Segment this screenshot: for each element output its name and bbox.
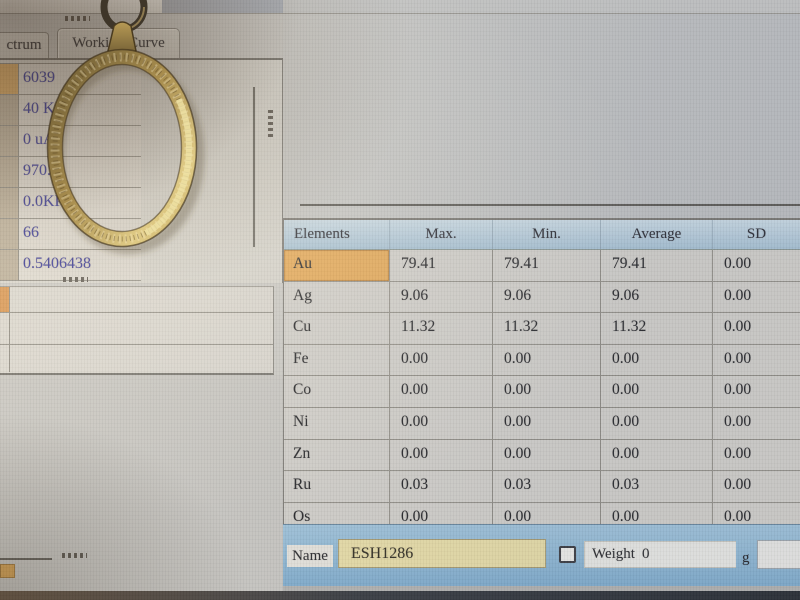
vertical-scrollbar[interactable] — [253, 87, 255, 247]
row-indicator-cell[interactable] — [0, 250, 19, 280]
max-cell[interactable]: 11.32 — [390, 313, 493, 344]
element-cell[interactable]: Co — [284, 376, 390, 407]
table-row-os[interactable]: Os 0.00 0.00 0.00 0.00 — [284, 503, 800, 524]
average-cell[interactable]: 11.32 — [601, 313, 713, 344]
average-cell[interactable]: 0.00 — [601, 376, 713, 407]
sd-cell[interactable]: 0.00 — [713, 376, 800, 407]
horizontal-splitter-dots-icon[interactable] — [63, 277, 88, 282]
average-cell[interactable]: 0.00 — [601, 408, 713, 439]
max-cell[interactable]: 0.00 — [390, 440, 493, 471]
min-cell[interactable]: 0.00 — [493, 503, 601, 524]
min-cell[interactable]: 0.00 — [493, 376, 601, 407]
sd-cell[interactable]: 0.00 — [713, 313, 800, 344]
min-cell[interactable]: 0.00 — [493, 345, 601, 376]
min-cell[interactable]: 0.00 — [493, 408, 601, 439]
grid-row[interactable] — [0, 287, 273, 313]
element-cell[interactable]: Ni — [284, 408, 390, 439]
average-cell[interactable]: 79.41 — [601, 250, 713, 281]
secondary-grid-panel — [0, 286, 274, 375]
min-cell[interactable]: 0.00 — [493, 440, 601, 471]
sd-cell[interactable]: 0.00 — [713, 345, 800, 376]
row-indicator-cell[interactable] — [0, 126, 19, 156]
table-row-zn[interactable]: Zn 0.00 0.00 0.00 0.00 — [284, 440, 800, 472]
element-cell[interactable]: Cu — [284, 313, 390, 344]
grid-row[interactable] — [0, 345, 273, 372]
sample-info-bar: Name ESH1286 Weight 0 g — [283, 524, 800, 586]
splitter-dots-icon[interactable] — [62, 553, 87, 558]
element-cell[interactable]: Ru — [284, 471, 390, 502]
average-cell[interactable]: 0.03 — [601, 471, 713, 502]
element-cell[interactable]: Os — [284, 503, 390, 524]
min-cell[interactable]: 79.41 — [493, 250, 601, 281]
row-indicator-cell[interactable] — [0, 95, 19, 125]
table-row-ag[interactable]: Ag 9.06 9.06 9.06 0.00 — [284, 282, 800, 314]
table-row-co[interactable]: Co 0.00 0.00 0.00 0.00 — [284, 376, 800, 408]
table-row-ru[interactable]: Ru 0.03 0.03 0.03 0.00 — [284, 471, 800, 503]
gold-ring-pendant — [18, 0, 233, 259]
min-cell[interactable]: 0.03 — [493, 471, 601, 502]
sd-cell[interactable]: 0.00 — [713, 440, 800, 471]
column-header-max[interactable]: Max. — [390, 220, 493, 249]
element-cell[interactable]: Ag — [284, 282, 390, 313]
top-toolbar-strip-right — [283, 0, 800, 14]
max-cell[interactable]: 0.03 — [390, 471, 493, 502]
row-indicator-cell[interactable] — [0, 313, 10, 344]
column-header-sd[interactable]: SD — [713, 220, 800, 249]
panel-edge-line — [0, 558, 52, 560]
weight-checkbox[interactable] — [559, 546, 576, 563]
max-cell[interactable]: 9.06 — [390, 282, 493, 313]
min-cell[interactable]: 11.32 — [493, 313, 601, 344]
min-cell[interactable]: 9.06 — [493, 282, 601, 313]
average-cell[interactable]: 0.00 — [601, 440, 713, 471]
extra-input[interactable] — [757, 540, 800, 569]
column-header-elements[interactable]: Elements — [284, 220, 390, 249]
average-cell[interactable]: 0.00 — [601, 345, 713, 376]
sd-cell[interactable]: 0.00 — [713, 250, 800, 281]
row-indicator-cell[interactable] — [0, 345, 10, 372]
average-cell[interactable]: 9.06 — [601, 282, 713, 313]
element-cell[interactable]: Fe — [284, 345, 390, 376]
bottom-left-panel — [0, 375, 283, 592]
sd-cell[interactable]: 0.00 — [713, 282, 800, 313]
monitor-bezel-edge — [0, 591, 800, 600]
grid-row[interactable] — [0, 313, 273, 345]
weight-field[interactable]: Weight 0 — [584, 541, 736, 568]
table-header-row: Elements Max. Min. Average SD — [284, 220, 800, 250]
element-cell[interactable]: Zn — [284, 440, 390, 471]
table-row-fe[interactable]: Fe 0.00 0.00 0.00 0.00 — [284, 345, 800, 377]
name-label: Name — [287, 545, 333, 567]
row-indicator-cell[interactable] — [0, 287, 10, 312]
table-row-ni[interactable]: Ni 0.00 0.00 0.00 0.00 — [284, 408, 800, 440]
table-row-au[interactable]: Au 79.41 79.41 79.41 0.00 — [284, 250, 800, 282]
row-indicator-cell[interactable] — [0, 64, 19, 94]
max-cell[interactable]: 0.00 — [390, 376, 493, 407]
column-header-min[interactable]: Min. — [493, 220, 601, 249]
row-indicator-cell[interactable] — [0, 157, 19, 187]
max-cell[interactable]: 0.00 — [390, 345, 493, 376]
analyzer-app-window: ctrum Working Curve 6039 40 Kv 0 uA 970.… — [0, 0, 800, 600]
element-cell[interactable]: Au — [284, 250, 390, 281]
sd-cell[interactable]: 0.00 — [713, 408, 800, 439]
max-cell[interactable]: 79.41 — [390, 250, 493, 281]
separator-line — [300, 204, 800, 206]
vertical-splitter-dots-icon[interactable] — [268, 107, 273, 137]
results-table: Elements Max. Min. Average SD Au 79.41 7… — [283, 218, 800, 524]
row-indicator-cell[interactable] — [0, 188, 19, 218]
max-cell[interactable]: 0.00 — [390, 503, 493, 524]
weight-value[interactable]: 0 — [642, 546, 650, 563]
average-cell[interactable]: 0.00 — [601, 503, 713, 524]
table-row-cu[interactable]: Cu 11.32 11.32 11.32 0.00 — [284, 313, 800, 345]
column-header-average[interactable]: Average — [601, 220, 713, 249]
partial-highlight-cell — [0, 564, 15, 578]
sd-cell[interactable]: 0.00 — [713, 503, 800, 524]
sd-cell[interactable]: 0.00 — [713, 471, 800, 502]
max-cell[interactable]: 0.00 — [390, 408, 493, 439]
row-indicator-cell[interactable] — [0, 219, 19, 249]
weight-label: Weight — [592, 546, 635, 563]
sample-name-input[interactable]: ESH1286 — [338, 539, 546, 568]
unit-gram-label: g — [742, 550, 750, 567]
